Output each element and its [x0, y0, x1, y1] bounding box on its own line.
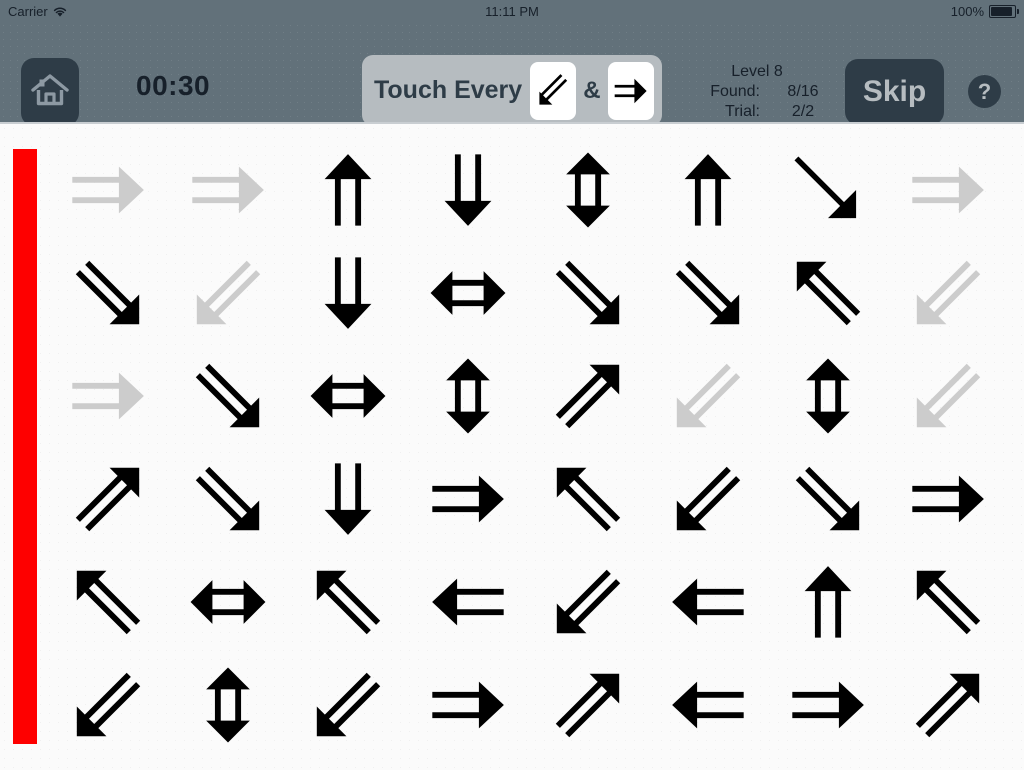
arrow-cell[interactable]	[408, 653, 528, 756]
arrow-cell[interactable]	[888, 344, 1008, 447]
arrow-cell[interactable]	[408, 447, 528, 550]
arrow-cell[interactable]	[528, 138, 648, 241]
game-toolbar: 00:30 Touch Every & Level 8 Found: 8/16 …	[0, 22, 1024, 126]
arrow-cell[interactable]	[768, 241, 888, 344]
arrow-cell[interactable]	[168, 344, 288, 447]
arrow-cell[interactable]	[48, 447, 168, 550]
arrow-cell[interactable]	[288, 550, 408, 653]
arrow-cell[interactable]	[168, 447, 288, 550]
arrow-cell[interactable]	[648, 550, 768, 653]
arrow-cell[interactable]	[48, 138, 168, 241]
arrow-cell[interactable]	[288, 138, 408, 241]
arrow-cell[interactable]	[888, 447, 1008, 550]
arrow-cell[interactable]	[408, 550, 528, 653]
home-button[interactable]	[21, 58, 79, 126]
battery-full-icon	[989, 4, 1019, 18]
arrow-cell[interactable]	[528, 241, 648, 344]
arrow-cell[interactable]	[168, 138, 288, 241]
arrow-cell[interactable]	[288, 344, 408, 447]
arrow-cell[interactable]	[528, 653, 648, 756]
arrow-cell[interactable]	[288, 241, 408, 344]
arrow-cell[interactable]	[648, 447, 768, 550]
arrow-cell[interactable]	[648, 138, 768, 241]
arrow-cell[interactable]	[168, 550, 288, 653]
trial-row: Trial: 2/2	[672, 102, 842, 122]
help-icon[interactable]: ?	[968, 75, 1001, 108]
trial-value: 2/2	[791, 103, 815, 120]
arrow-cell[interactable]	[168, 653, 288, 756]
found-row: Found: 8/16	[672, 82, 842, 102]
arrow-cell[interactable]	[888, 138, 1008, 241]
arrow-cell[interactable]	[528, 447, 648, 550]
arrow-cell[interactable]	[168, 241, 288, 344]
conjunction-label: &	[583, 76, 601, 104]
arrow-cell[interactable]	[48, 344, 168, 447]
arrow-cell[interactable]	[48, 550, 168, 653]
battery-percent-label: 100%	[950, 3, 984, 19]
target-arrow-b	[607, 61, 654, 120]
instruction-text: Touch Every	[374, 76, 523, 104]
home-icon	[30, 71, 70, 114]
arrow-cell[interactable]	[768, 447, 888, 550]
arrow-cell[interactable]	[648, 241, 768, 344]
status-bar-right: 100%	[950, 3, 1019, 19]
skip-button[interactable]: Skip	[845, 59, 944, 125]
arrow-cell[interactable]	[888, 653, 1008, 756]
arrow-cell[interactable]	[648, 653, 768, 756]
trial-label: Trial:	[725, 103, 760, 120]
arrow-cell[interactable]	[888, 241, 1008, 344]
arrow-grid	[48, 138, 1008, 758]
arrow-cell[interactable]	[408, 138, 528, 241]
countdown-timer: 00:30	[136, 70, 211, 101]
game-screen: Carrier 11:11 PM 100% 00:30 Touch Every …	[0, 0, 1024, 770]
arrow-cell[interactable]	[288, 653, 408, 756]
arrow-cell[interactable]	[648, 344, 768, 447]
arrow-cell[interactable]	[528, 344, 648, 447]
arrow-cell[interactable]	[768, 344, 888, 447]
arrow-cell[interactable]	[288, 447, 408, 550]
arrow-cell[interactable]	[48, 241, 168, 344]
found-value: 8/16	[787, 83, 819, 100]
instruction-panel: Touch Every &	[362, 55, 662, 126]
status-bar-clock: 11:11 PM	[485, 3, 539, 19]
arrow-cell[interactable]	[408, 344, 528, 447]
level-label: Level 8	[731, 63, 783, 80]
play-area	[0, 122, 1024, 770]
arrow-cell[interactable]	[768, 653, 888, 756]
arrow-cell[interactable]	[768, 138, 888, 241]
arrow-cell[interactable]	[408, 241, 528, 344]
progress-bar	[13, 149, 37, 744]
found-label: Found:	[710, 83, 760, 100]
arrow-cell[interactable]	[768, 550, 888, 653]
level-info-panel: Level 8 Found: 8/16 Trial: 2/2	[672, 62, 842, 122]
target-arrow-a	[530, 61, 577, 120]
ios-status-bar: Carrier 11:11 PM 100%	[0, 0, 1024, 22]
arrow-cell[interactable]	[48, 653, 168, 756]
arrow-cell[interactable]	[528, 550, 648, 653]
arrow-cell[interactable]	[888, 550, 1008, 653]
